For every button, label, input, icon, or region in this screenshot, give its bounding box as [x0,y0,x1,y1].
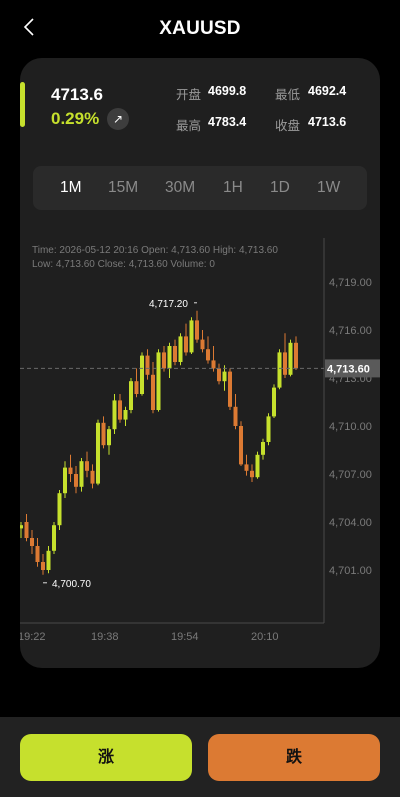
sell-down-button[interactable]: 跌 [208,734,380,781]
candle-body [200,339,205,350]
candle-body [101,422,106,446]
candle-body [134,381,139,394]
quote-card: 4713.6 0.29% ↗ 开盘 4699.8 最低 4692.4 最高 47… [20,58,380,668]
candle-body [272,387,276,417]
candle-body [85,461,89,471]
buy-up-button[interactable]: 涨 [20,734,192,781]
candlestick-chart[interactable]: Time: 2026-05-12 20:16 Open: 4,713.60 Hi… [20,238,380,648]
candle-body [250,470,254,478]
candle-body [167,346,172,369]
high-value: 4783.4 [208,115,247,129]
candle-body [173,346,177,362]
x-tick-label: 19:38 [91,631,119,643]
low-value: 4692.4 [308,84,347,98]
candle-body [255,454,260,478]
x-tick-label: 20:10 [251,631,279,643]
arrow-up-right-icon[interactable]: ↗ [107,108,129,130]
bottom-action-bar: 涨 跌 [0,717,400,797]
timeframe-tabs: 1M 15M 30M 1H 1D 1W [33,166,367,210]
price-change-percent: 0.29% [51,109,100,128]
candle-body [68,467,73,474]
candle-body [118,400,122,420]
candle-body [283,352,287,375]
candle-body [239,426,243,465]
candle-body [184,336,188,353]
candle-body [129,381,133,410]
close-value: 4713.6 [308,115,347,129]
candle-body [189,320,194,353]
candle-body [206,349,210,361]
top-bar: XAUUSD [0,0,400,58]
candle-body [228,371,232,407]
candle-body [112,400,117,430]
tab-30m[interactable]: 30M [165,166,195,210]
candle-body [145,355,150,375]
candle-body [63,467,67,494]
candle-body [195,320,199,340]
y-tick-label: 4,701.00 [329,565,372,577]
close-label: 收盘 [275,119,301,133]
y-tick-label: 4,719.00 [329,277,372,289]
candle-body [79,461,84,487]
current-price: 4713.6 [51,85,103,104]
candle-body [20,525,23,529]
tab-1h[interactable]: 1H [223,166,243,210]
candle-body [294,342,298,369]
page-title: XAUUSD [159,18,241,39]
open-value: 4699.8 [208,84,247,98]
candle-body [288,342,293,375]
candle-body [261,442,265,455]
candle-body [151,374,155,410]
candle-body [217,368,221,382]
current-price-label: 4,713.60 [327,363,370,375]
candle-body [46,550,51,570]
max-price-label: 4,717.20 [149,299,188,310]
candle-body [90,470,95,484]
chart-info-line-1: Time: 2026-05-12 20:16 Open: 4,713.60 Hi… [32,245,278,256]
candle-body [74,474,78,487]
low-label: 最低 [275,88,301,102]
x-tick-label: 19:22 [20,631,46,643]
tab-1d[interactable]: 1D [270,166,290,210]
candle-body [96,422,100,484]
high-label: 最高 [176,119,202,133]
candle-body [57,493,62,526]
candle-body [30,538,34,546]
candle-body [178,336,183,362]
tab-15m[interactable]: 15M [108,166,138,210]
min-price-label: 4,700.70 [52,579,91,590]
candle-body [222,371,227,382]
y-tick-label: 4,710.00 [329,421,372,433]
candle-body [24,522,29,538]
candle-body [211,360,216,369]
candle-body [266,416,271,442]
y-tick-label: 4,704.00 [329,517,372,529]
candle-body [140,355,144,394]
y-tick-label: 4,707.00 [329,469,372,481]
candle-body [162,352,166,369]
candle-body [233,406,238,426]
x-tick-label: 19:54 [171,631,199,643]
tab-1m[interactable]: 1M [60,166,82,210]
candle-body [244,464,249,471]
candle-body [123,410,128,420]
candle-body [35,546,40,562]
tab-1w[interactable]: 1W [317,166,340,210]
accent-bar [20,82,25,127]
candle-body [41,562,45,570]
candle-body [156,352,161,410]
chart-info-line-2: Low: 4,713.60 Close: 4,713.60 Volume: 0 [32,259,215,270]
price-chart[interactable]: Time: 2026-05-12 20:16 Open: 4,713.60 Hi… [20,238,380,648]
candle-body [107,429,111,446]
candle-body [277,352,282,388]
candle-body [52,525,56,551]
y-tick-label: 4,716.00 [329,325,372,337]
open-label: 开盘 [176,88,202,102]
